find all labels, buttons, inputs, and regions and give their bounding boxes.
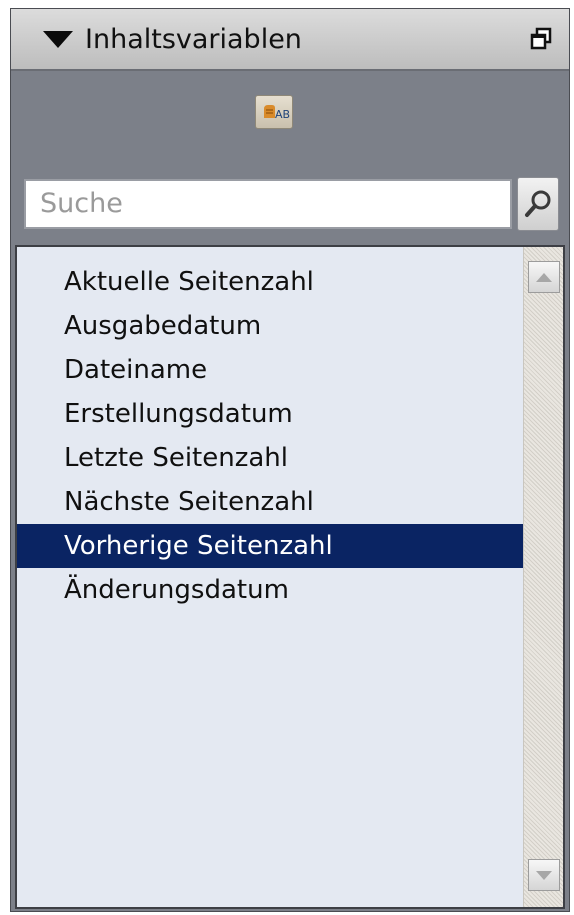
scroll-up-arrow-icon — [536, 273, 552, 282]
variable-list[interactable]: Aktuelle Seitenzahl Ausgabedatum Dateina… — [15, 245, 565, 909]
insert-variable-icon[interactable]: AB — [255, 95, 293, 129]
list-item[interactable]: Nächste Seitenzahl — [17, 480, 523, 524]
list-item[interactable]: Letzte Seitenzahl — [17, 436, 523, 480]
list-item-selected[interactable]: Vorherige Seitenzahl — [17, 524, 523, 568]
list-item[interactable]: Änderungsdatum — [17, 568, 523, 612]
scroll-down-arrow-icon — [536, 871, 552, 880]
scroll-up-button[interactable] — [528, 261, 560, 293]
magnifier-icon — [525, 190, 551, 217]
search-button[interactable] — [517, 177, 559, 231]
list-item[interactable]: Dateiname — [17, 348, 523, 392]
list-item[interactable]: Erstellungsdatum — [17, 392, 523, 436]
float-window-icon[interactable] — [529, 27, 553, 51]
svg-text:AB: AB — [275, 108, 290, 121]
search-input[interactable]: Suche — [24, 179, 512, 229]
panel-toolbar: AB — [11, 71, 569, 175]
scroll-down-button[interactable] — [528, 859, 560, 891]
list-item[interactable]: Ausgabedatum — [17, 304, 523, 348]
triangle-down-icon[interactable] — [43, 31, 73, 48]
list-item[interactable]: Aktuelle Seitenzahl — [17, 260, 523, 304]
vertical-scrollbar[interactable] — [523, 247, 563, 907]
panel-header[interactable]: Inhaltsvariablen — [11, 9, 569, 71]
content-variables-panel: Inhaltsvariablen AB Suche Aktuelle Seite… — [10, 8, 570, 912]
panel-title: Inhaltsvariablen — [85, 24, 302, 55]
